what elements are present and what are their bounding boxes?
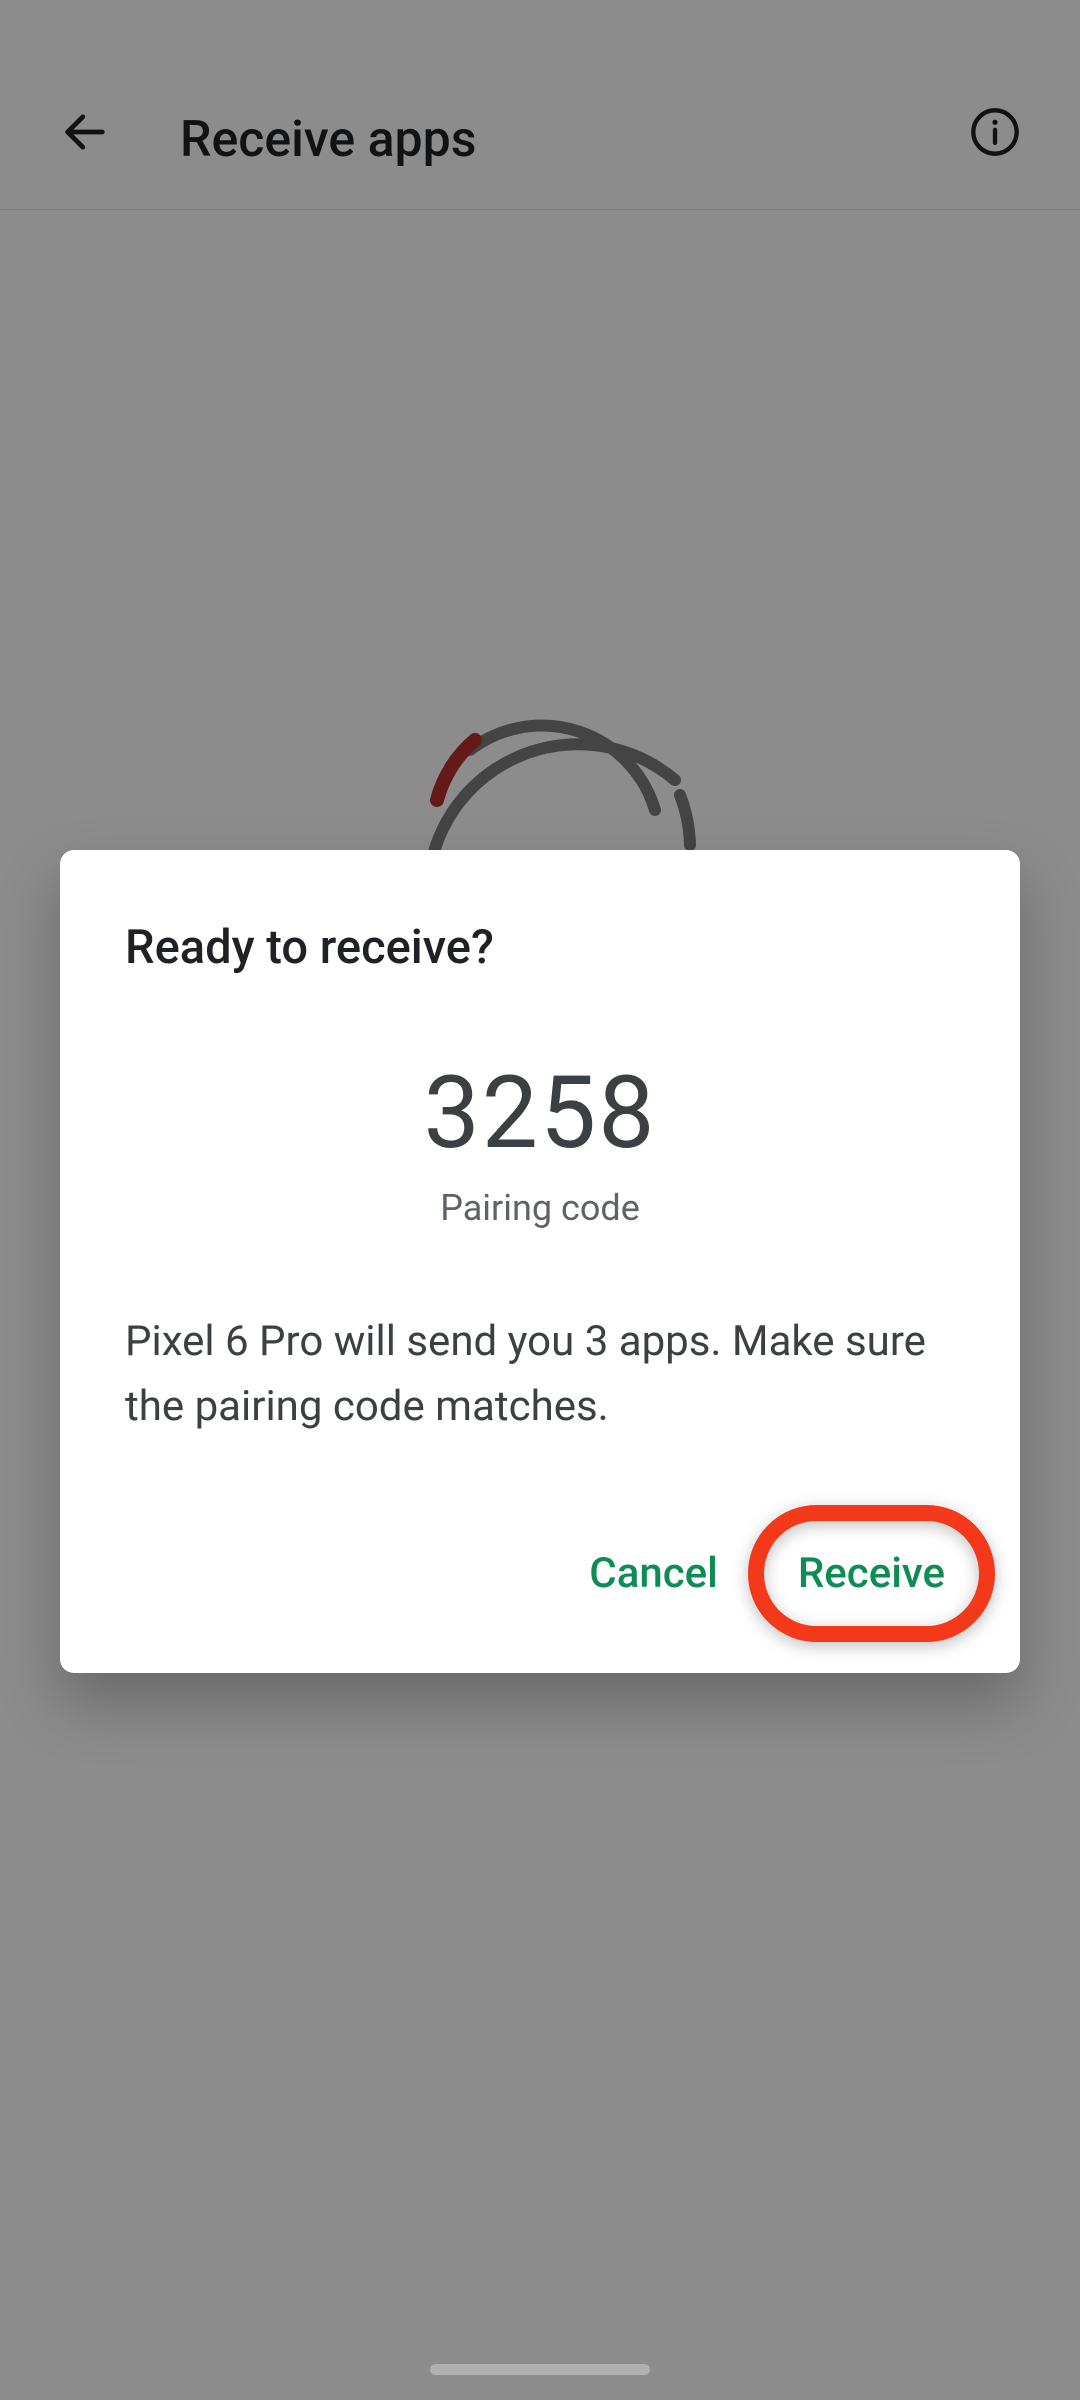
cancel-button[interactable]: Cancel (579, 1529, 728, 1618)
dialog-actions: Cancel Receive (125, 1529, 955, 1618)
receive-button[interactable]: Receive (788, 1529, 955, 1618)
dialog-title: Ready to receive? (125, 920, 955, 975)
pairing-code-value: 3258 (125, 1055, 955, 1172)
dialog-message: Pixel 6 Pro will send you 3 apps. Make s… (125, 1309, 955, 1439)
pairing-dialog: Ready to receive? 3258 Pairing code Pixe… (60, 850, 1020, 1673)
pairing-code-label: Pairing code (125, 1187, 955, 1229)
gesture-handle-icon (430, 2364, 650, 2375)
